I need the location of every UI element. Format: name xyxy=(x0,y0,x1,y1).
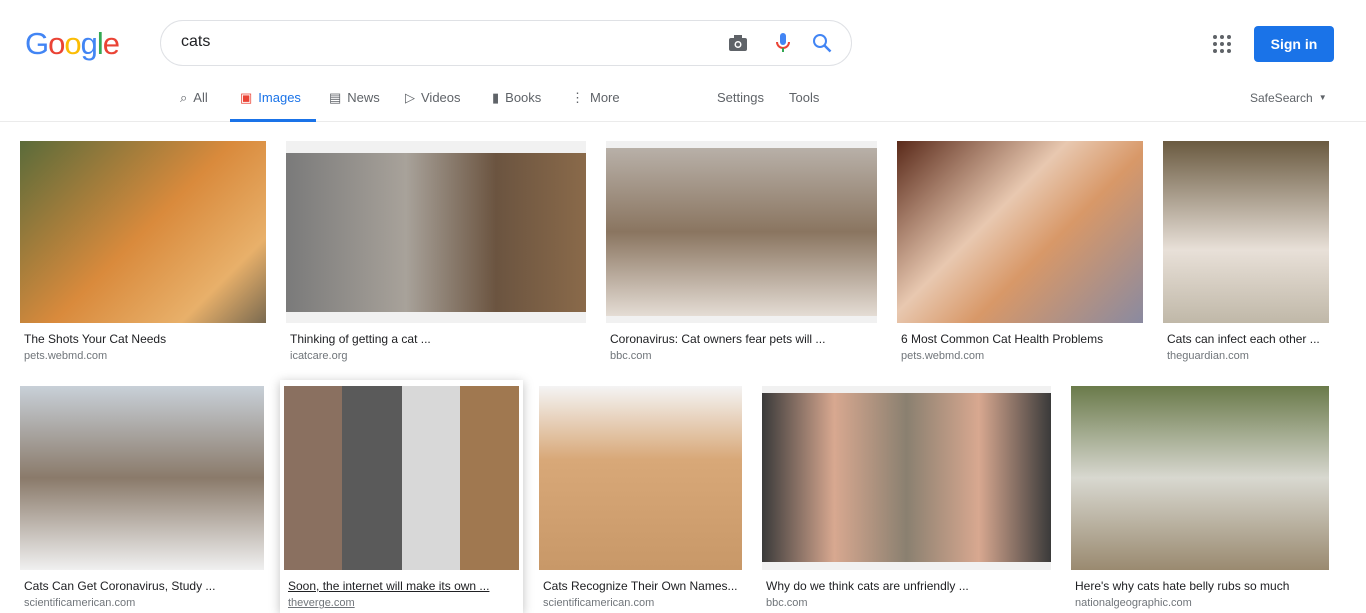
tab-label: Images xyxy=(258,90,301,105)
camera-icon[interactable] xyxy=(727,33,749,53)
news-icon: ▤ xyxy=(329,90,342,105)
tab-books[interactable]: ▮ Books xyxy=(492,90,541,122)
safesearch-dropdown[interactable]: SafeSearch ▼ xyxy=(1250,90,1327,122)
settings-link[interactable]: Settings xyxy=(717,90,764,122)
search-icon[interactable] xyxy=(811,32,833,54)
result-title[interactable]: The Shots Your Cat Needs xyxy=(24,332,166,346)
tab-label: All xyxy=(193,90,208,105)
result-thumbnail[interactable] xyxy=(20,386,264,570)
tab-label: News xyxy=(347,90,380,105)
search-icon: ⌕ xyxy=(180,90,188,105)
result-source[interactable]: scientificamerican.com xyxy=(24,597,135,609)
google-logo[interactable]: Google xyxy=(25,26,120,62)
search-tabs: ⌕ All ▣ Images ▤ News ▷ Videos ▮ Books ⋮ More … xyxy=(0,90,1366,122)
result-title[interactable]: 6 Most Common Cat Health Problems xyxy=(901,332,1103,346)
tab-news[interactable]: ▤ News xyxy=(329,90,380,122)
result-thumbnail[interactable] xyxy=(1163,141,1329,323)
tab-label: Videos xyxy=(421,90,461,105)
book-icon: ▮ xyxy=(492,90,500,105)
result-thumbnail[interactable] xyxy=(897,141,1143,323)
tools-label: Tools xyxy=(789,90,820,105)
result-source[interactable]: bbc.com xyxy=(610,350,652,362)
result-title[interactable]: Cats Can Get Coronavirus, Study ... xyxy=(24,579,215,593)
result-thumbnail[interactable] xyxy=(762,393,1051,562)
result-thumbnail[interactable] xyxy=(284,386,519,570)
tab-images[interactable]: ▣ Images xyxy=(230,90,316,122)
result-source[interactable]: bbc.com xyxy=(766,597,808,609)
search-box xyxy=(160,20,852,66)
result-title[interactable]: Cats can infect each other ... xyxy=(1167,332,1320,346)
tab-label: More xyxy=(590,90,620,105)
safesearch-label: SafeSearch xyxy=(1250,91,1313,105)
tab-more[interactable]: ⋮ More xyxy=(571,90,620,122)
result-thumbnail[interactable] xyxy=(20,141,266,323)
microphone-icon[interactable] xyxy=(773,31,793,55)
result-title[interactable]: Cats Recognize Their Own Names... xyxy=(543,579,738,593)
more-vert-icon: ⋮ xyxy=(571,90,584,105)
image-icon: ▣ xyxy=(240,90,253,105)
result-source[interactable]: pets.webmd.com xyxy=(24,350,107,362)
sign-in-button[interactable]: Sign in xyxy=(1254,26,1334,62)
tab-videos[interactable]: ▷ Videos xyxy=(405,90,461,122)
result-thumbnail[interactable] xyxy=(539,386,742,570)
result-source[interactable]: scientificamerican.com xyxy=(543,597,654,609)
result-source[interactable]: theverge.com xyxy=(288,597,355,609)
result-source[interactable]: nationalgeographic.com xyxy=(1075,597,1192,609)
result-title[interactable]: Why do we think cats are unfriendly ... xyxy=(766,579,969,593)
result-title[interactable]: Thinking of getting a cat ... xyxy=(290,332,431,346)
play-icon: ▷ xyxy=(405,90,415,105)
search-input[interactable] xyxy=(181,33,701,51)
tab-label: Books xyxy=(505,90,542,105)
result-title[interactable]: Soon, the internet will make its own ... xyxy=(288,579,489,593)
tools-link[interactable]: Tools xyxy=(789,90,819,122)
result-title[interactable]: Coronavirus: Cat owners fear pets will .… xyxy=(610,332,825,346)
result-source[interactable]: pets.webmd.com xyxy=(901,350,984,362)
apps-grid-icon[interactable] xyxy=(1213,35,1231,53)
result-source[interactable]: theguardian.com xyxy=(1167,350,1249,362)
result-thumbnail[interactable] xyxy=(606,148,877,316)
result-title[interactable]: Here's why cats hate belly rubs so much xyxy=(1075,579,1289,593)
result-thumbnail[interactable] xyxy=(1071,386,1329,570)
result-source[interactable]: icatcare.org xyxy=(290,350,347,362)
settings-label: Settings xyxy=(717,90,764,105)
result-thumbnail[interactable] xyxy=(286,153,586,312)
tab-all[interactable]: ⌕ All xyxy=(180,90,208,122)
caret-down-icon: ▼ xyxy=(1318,93,1327,102)
